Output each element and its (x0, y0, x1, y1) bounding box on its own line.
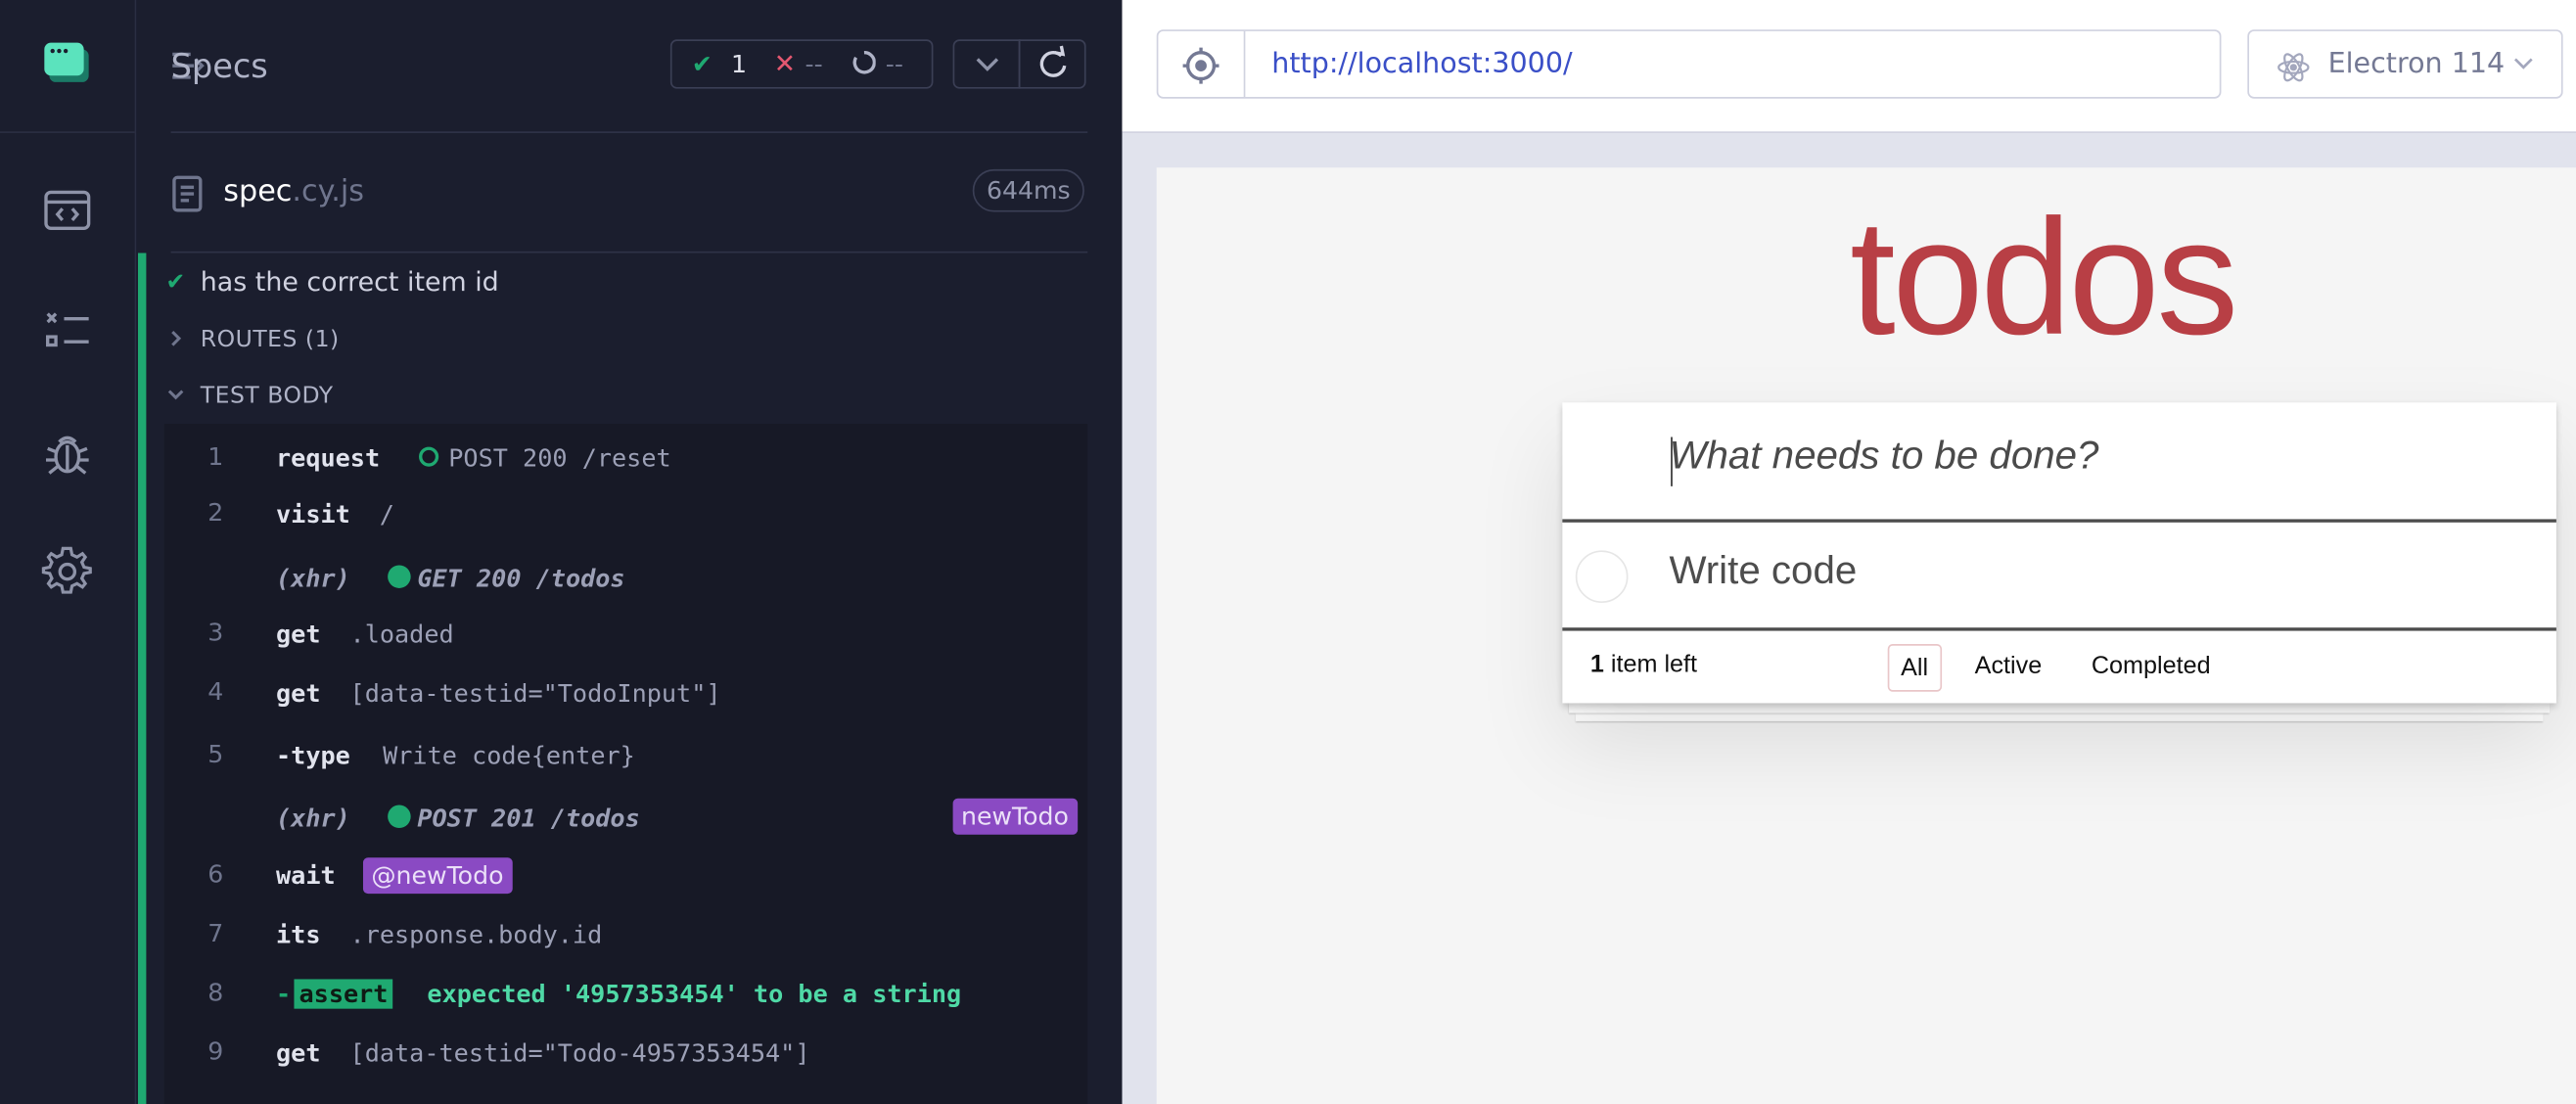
command-message: [data-testid="Todo-4957353454"] (349, 1037, 810, 1069)
filter-completed[interactable]: Completed (2080, 644, 2222, 688)
command-row[interactable]: (xhr) GET 200 /todos (164, 552, 1087, 601)
todos-title: todos (1850, 185, 2238, 370)
command-row[interactable]: 3 get .loaded (164, 608, 1087, 657)
command-message: / (379, 499, 394, 529)
command-message: .loaded (349, 619, 454, 650)
command-message: POST 200 /reset (448, 443, 671, 474)
command-number: 6 (207, 858, 224, 890)
cypress-logo[interactable] (0, 0, 135, 133)
command-row[interactable]: 1 request POST 200 /reset (164, 432, 1087, 481)
command-message: Write code{enter} (383, 741, 635, 771)
command-name: request (276, 443, 381, 474)
command-name: wait (276, 860, 336, 891)
divider (1562, 627, 2556, 630)
passed-count: 1 (730, 49, 748, 79)
command-name: visit (276, 499, 350, 529)
command-number: 4 (207, 676, 224, 707)
command-row[interactable]: 6 wait @newTodo (164, 850, 1087, 898)
command-name: get (276, 619, 321, 650)
command-row[interactable]: (xhr) POST 201 /todos newTodo (164, 792, 1087, 841)
routes-section-header[interactable]: ROUTES (1) (201, 327, 340, 353)
chevron-down-icon[interactable] (164, 385, 188, 404)
command-row[interactable]: 7 its .response.body.id (164, 908, 1087, 957)
test-stats: ✔ 1 ✕ -- -- (669, 39, 934, 89)
command-message: GET 200 /todos (417, 563, 625, 593)
browser-selector[interactable]: Electron 114 (2247, 29, 2563, 99)
command-name: (xhr) (276, 803, 350, 834)
command-name: (xhr) (276, 563, 350, 593)
fail-x-icon: ✕ (773, 47, 797, 79)
settings-gear-icon[interactable] (41, 545, 94, 598)
new-todo-input[interactable]: What needs to be done? (1669, 434, 2098, 480)
todo-count: 1 item left (1590, 651, 1697, 679)
card-stack-shadow (1569, 703, 2551, 713)
command-name: get (276, 678, 321, 709)
electron-icon (2276, 49, 2312, 85)
test-passed-indicator (138, 253, 147, 1104)
todo-item-label[interactable]: Write code (1669, 549, 1857, 595)
browser-name: Electron 114 (2327, 47, 2506, 81)
specs-heading[interactable]: Specs (171, 46, 268, 85)
command-row[interactable]: 5 -type Write code{enter} (164, 729, 1087, 778)
spec-duration: 644ms (972, 168, 1084, 212)
todo-count-number: 1 (1589, 650, 1604, 679)
todo-toggle-checkbox[interactable] (1575, 550, 1629, 604)
divider (1562, 519, 2556, 523)
url-bar[interactable]: http://localhost:3000/ (1156, 29, 2222, 99)
command-number: 5 (207, 739, 224, 769)
chevron-right-icon[interactable] (166, 327, 186, 350)
command-row[interactable]: 9 get [data-testid="Todo-4957353454"] (164, 1027, 1087, 1076)
test-body-header[interactable]: TEST BODY (201, 383, 334, 409)
request-pending-dot-icon (419, 446, 439, 467)
command-message: [data-testid="TodoInput"] (349, 678, 721, 709)
command-row[interactable]: 8 - assert expected '4957353454' to be a… (164, 968, 1087, 1017)
debug-nav-icon[interactable] (41, 427, 94, 480)
command-message: .response.body.id (349, 920, 603, 950)
command-number: 8 (207, 977, 224, 1007)
spec-file-icon (171, 174, 205, 213)
collapse-all-button[interactable] (952, 39, 1021, 89)
command-number: 9 (207, 1036, 224, 1067)
pass-check-icon: ✔ (691, 49, 713, 79)
runs-nav-icon[interactable] (41, 305, 94, 358)
alias-badge: newTodo (952, 798, 1078, 835)
failed-count: -- (805, 49, 823, 79)
rerun-button[interactable] (1018, 39, 1086, 89)
text-cursor (1671, 437, 1673, 486)
pending-spinner-icon (852, 49, 876, 75)
command-number: 2 (207, 497, 224, 528)
specs-nav-icon[interactable] (41, 184, 94, 237)
todo-count-label: item left (1603, 650, 1698, 679)
command-row[interactable]: 2 visit / (164, 488, 1087, 537)
side-nav (0, 0, 137, 1104)
url-text: http://localhost:3000/ (1271, 47, 1573, 81)
command-message: POST 201 /todos (417, 803, 640, 834)
command-name: -type (276, 741, 350, 771)
xhr-complete-dot-icon (388, 565, 411, 588)
command-row[interactable]: 4 get [data-testid="TodoInput"] (164, 667, 1087, 716)
selector-playground-button[interactable] (1158, 30, 1246, 98)
assert-badge: assert (294, 979, 393, 1009)
command-number: 7 (207, 918, 224, 948)
command-number: 3 (207, 618, 224, 648)
filter-active[interactable]: Active (1963, 644, 2053, 688)
divider (170, 251, 1088, 253)
spec-file-name[interactable]: spec.cy.js (223, 174, 364, 208)
card-stack-shadow (1575, 713, 2544, 721)
alias-badge: @newTodo (362, 857, 512, 895)
command-name: - (276, 979, 292, 1009)
spec-file-extension: .cy.js (292, 173, 364, 209)
pending-count: -- (885, 49, 903, 79)
test-title[interactable]: has the correct item id (201, 266, 499, 298)
xhr-complete-dot-icon (388, 805, 411, 829)
filter-all[interactable]: All (1887, 644, 1942, 692)
chevron-down-icon (2512, 54, 2536, 73)
command-name: its (276, 920, 321, 950)
test-pass-check-icon: ✔ (165, 269, 186, 297)
command-number: 1 (207, 441, 224, 472)
spec-file-basename: spec (223, 173, 293, 209)
divider (170, 131, 1088, 133)
command-name: get (276, 1037, 321, 1069)
command-message: expected '4957353454' to be a string (427, 979, 962, 1009)
